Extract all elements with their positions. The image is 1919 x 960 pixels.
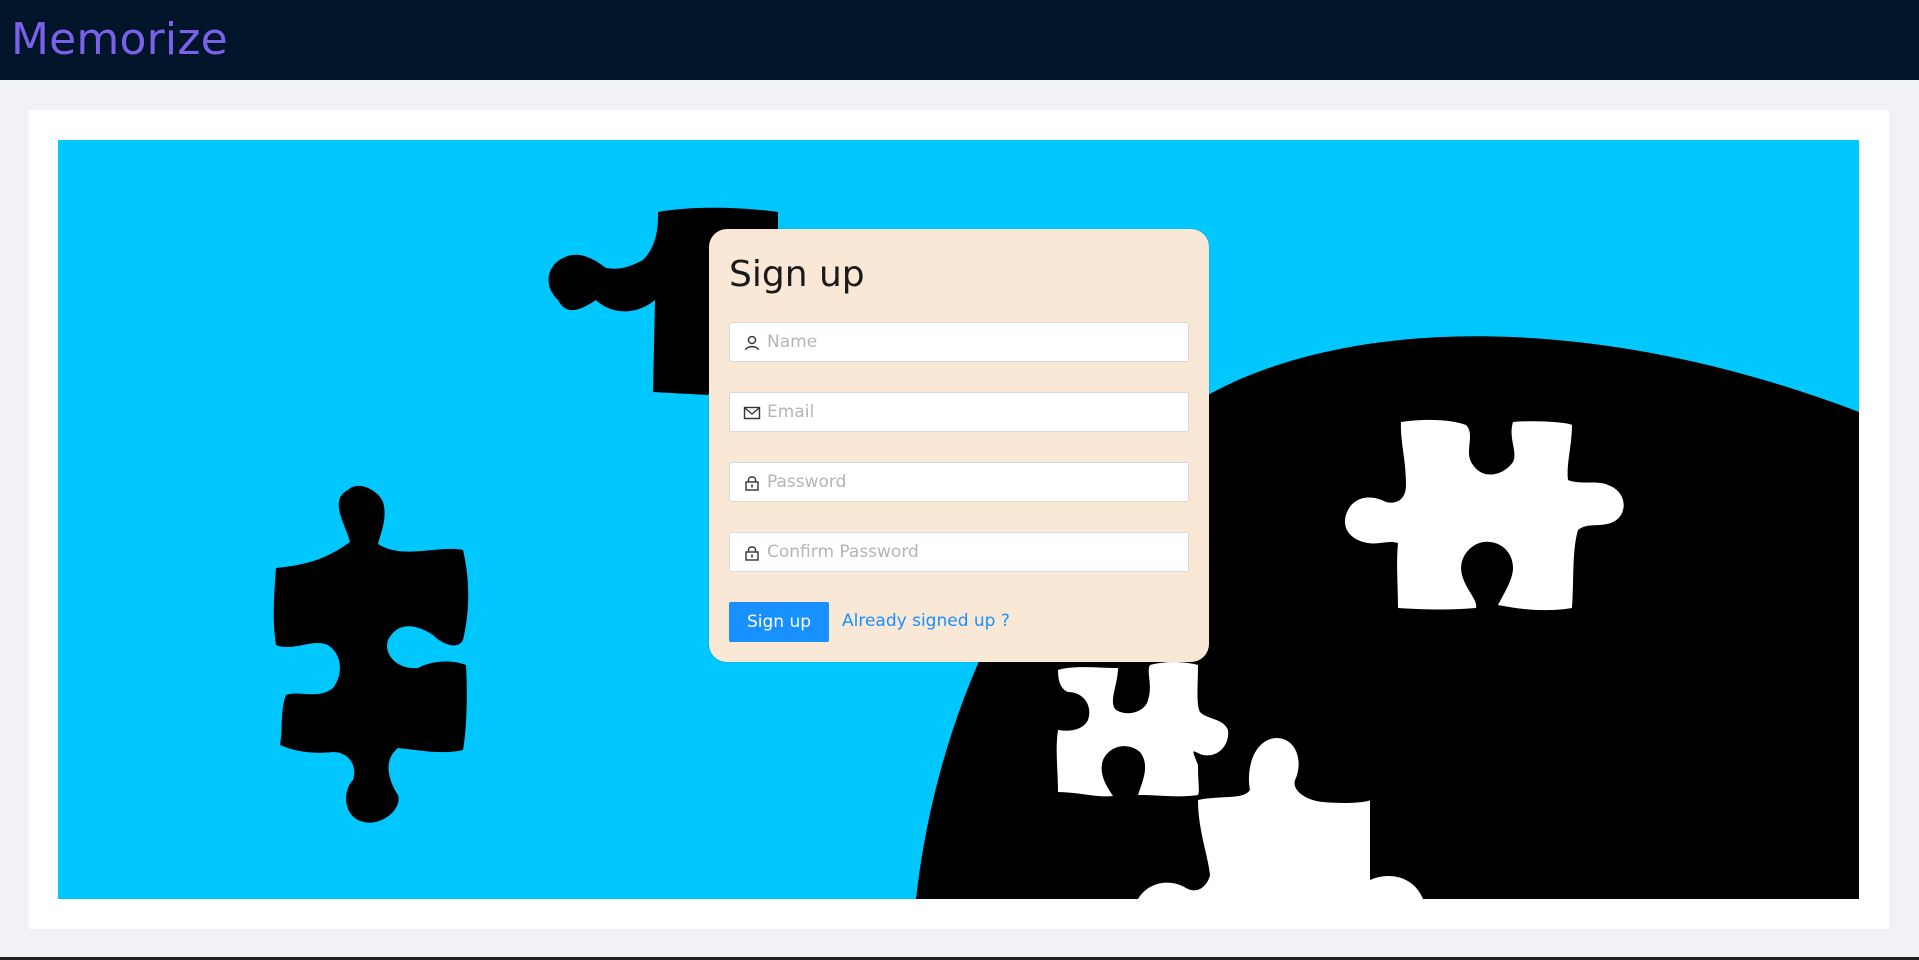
signup-form-panel: Sign up Sign up Already signed up ?: [709, 229, 1209, 662]
confirm-password-field[interactable]: [729, 532, 1189, 572]
mail-icon: [743, 406, 761, 420]
password-field[interactable]: [729, 462, 1189, 502]
signup-title: Sign up: [729, 254, 865, 295]
confirm-password-input[interactable]: [767, 533, 1177, 571]
name-input[interactable]: [767, 323, 1177, 361]
lock-icon: [745, 476, 759, 491]
signup-submit-button[interactable]: Sign up: [729, 602, 829, 642]
already-signed-up-link[interactable]: Already signed up ?: [842, 611, 1010, 631]
brand-logo-text[interactable]: Memorize: [11, 12, 228, 68]
puzzle-piece-left: [273, 485, 469, 823]
user-icon: [744, 335, 760, 351]
email-field[interactable]: [729, 392, 1189, 432]
lock-icon: [745, 546, 759, 561]
top-navbar: Memorize: [0, 0, 1919, 80]
email-input[interactable]: [767, 393, 1177, 431]
password-input[interactable]: [767, 463, 1177, 501]
name-field[interactable]: [729, 322, 1189, 362]
